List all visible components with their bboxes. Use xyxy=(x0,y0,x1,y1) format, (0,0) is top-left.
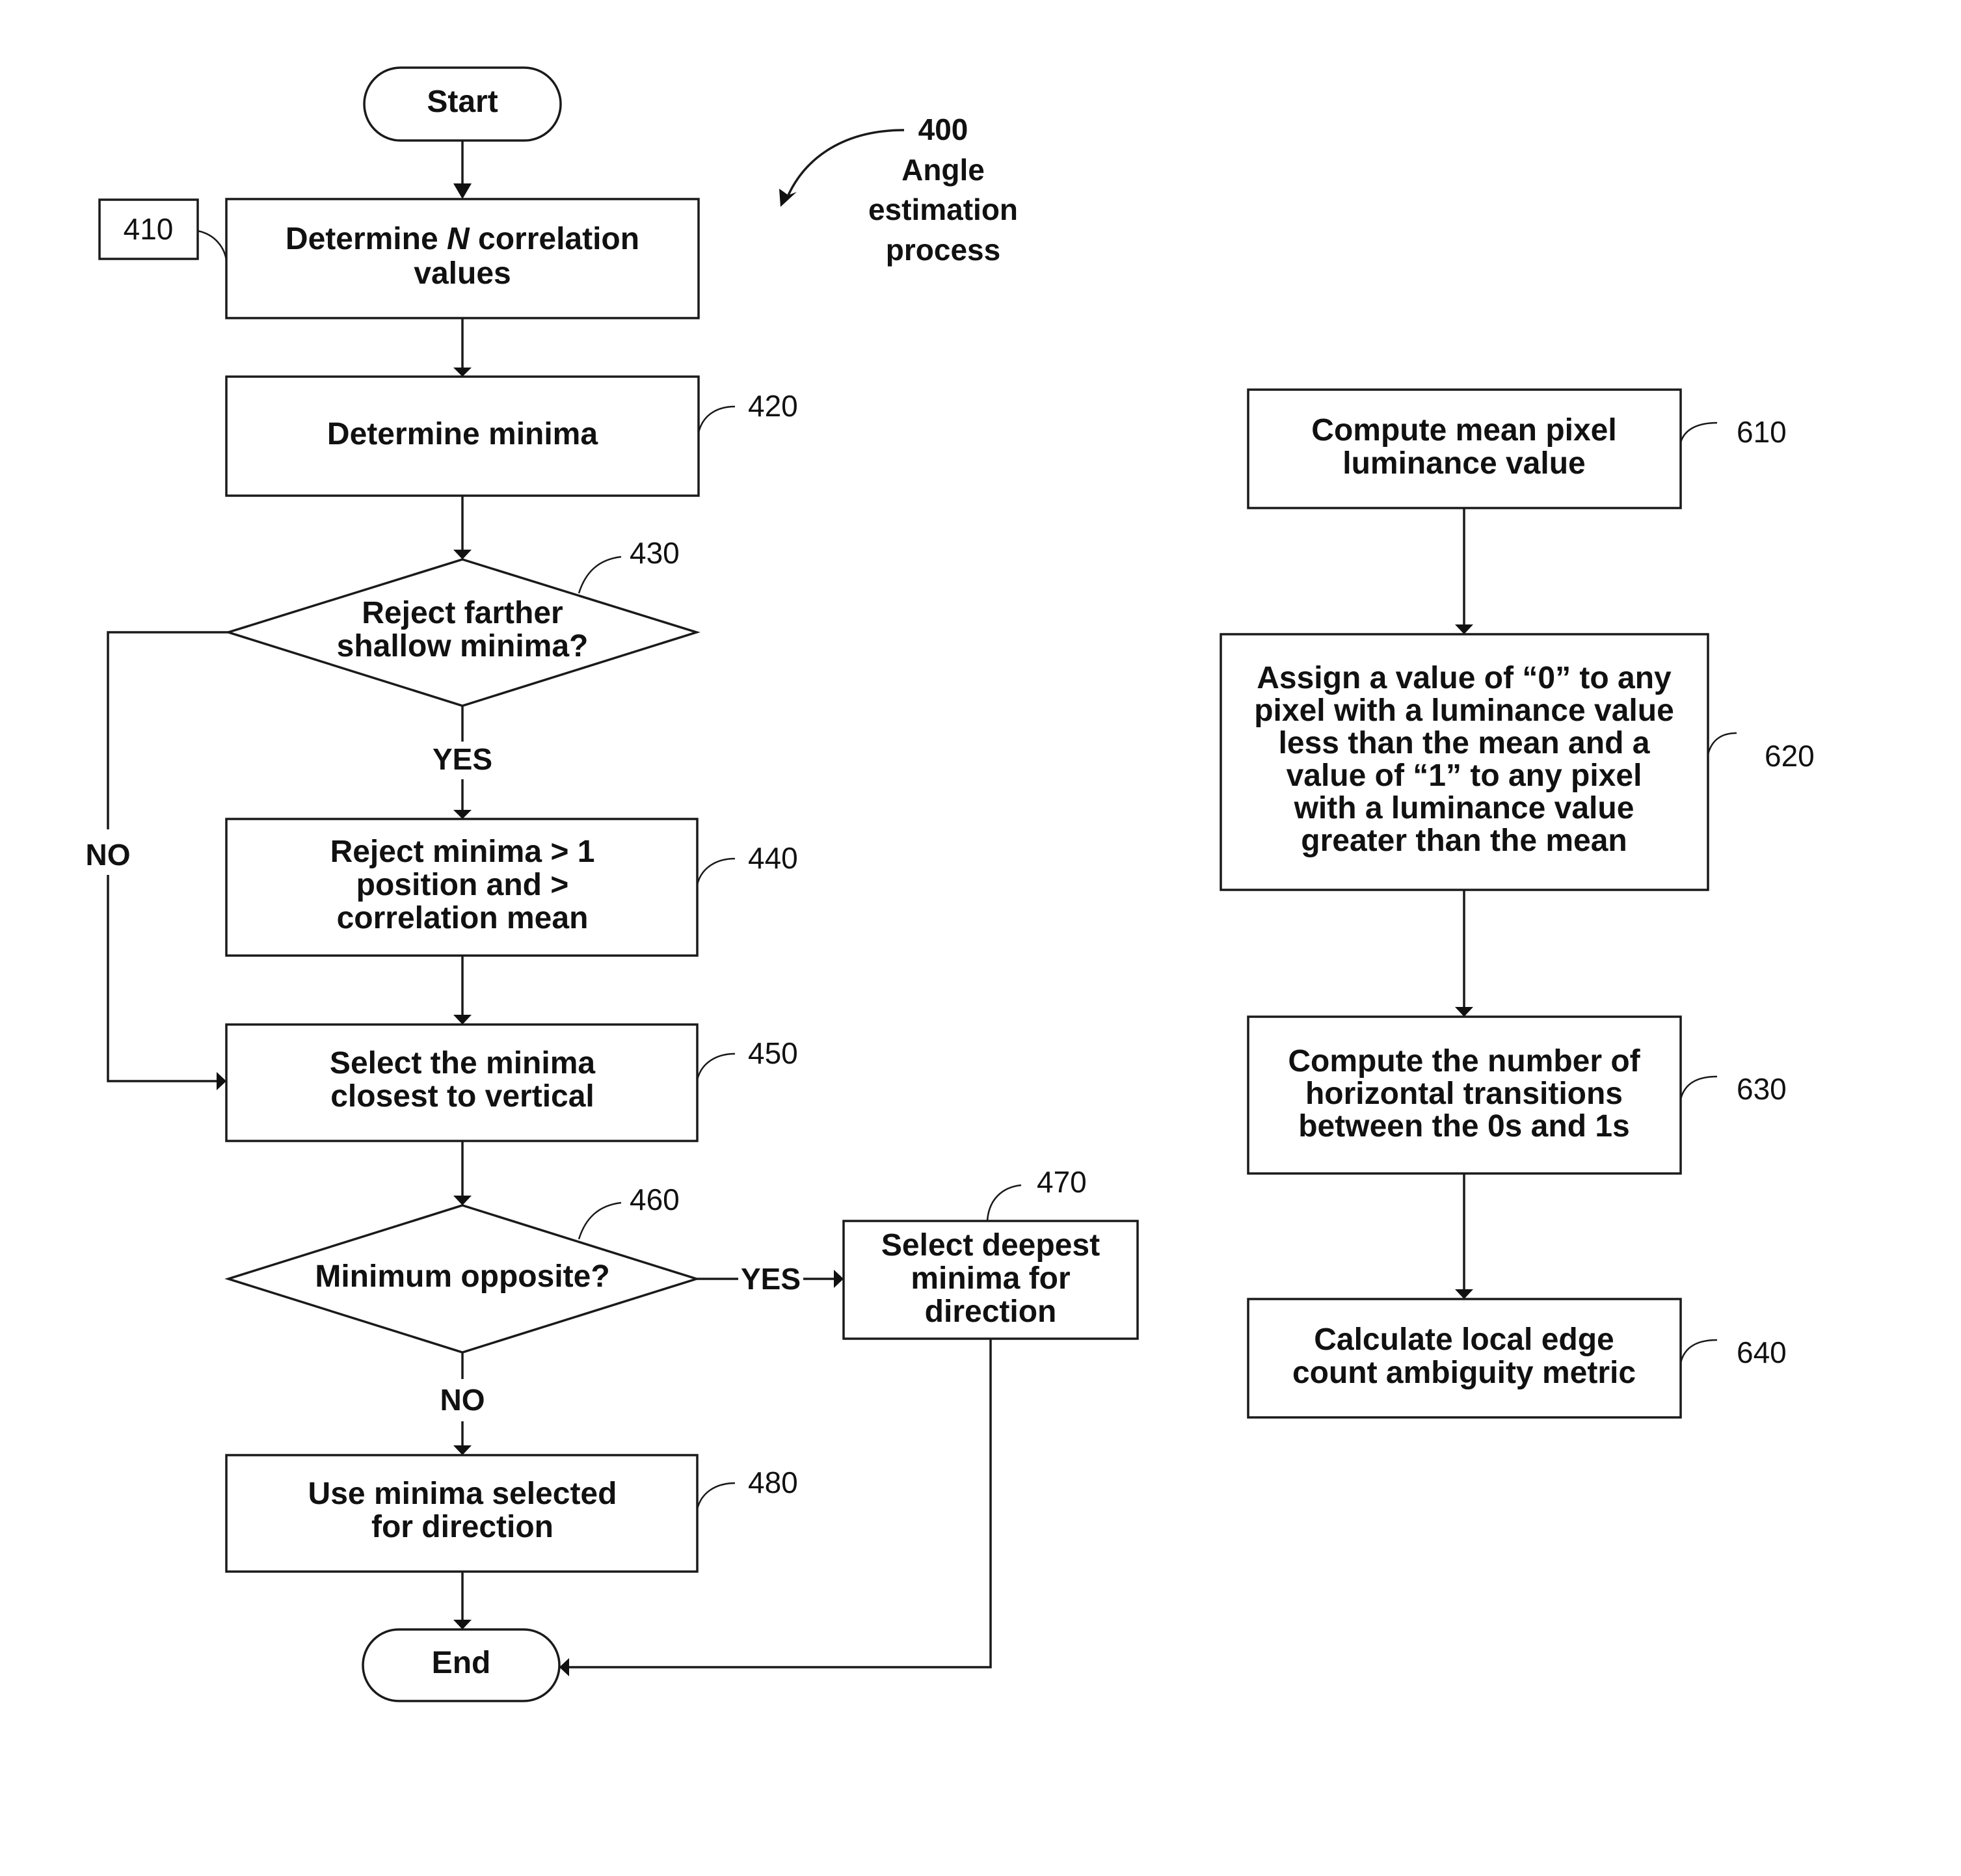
step-480-line-2: for direction xyxy=(371,1510,554,1544)
step-410-line-2: values xyxy=(414,256,511,291)
decision-430-line-1: Reject farther xyxy=(362,596,563,630)
title-line-3: process xyxy=(886,233,1000,267)
title-line-2: estimation xyxy=(868,193,1018,226)
step-630-line-2: horizontal transitions xyxy=(1305,1077,1623,1111)
step-450-select-closest[interactable]: Select the minima closest to vertical xyxy=(225,1023,699,1142)
step-440-line-3: correlation mean xyxy=(337,901,589,935)
ref-610: 610 xyxy=(1737,415,1787,449)
ref-450-leader xyxy=(696,1052,736,1080)
arrowhead xyxy=(1455,1007,1473,1017)
arrowhead xyxy=(453,183,472,199)
step-630-compute-transitions[interactable]: Compute the number of horizontal transit… xyxy=(1247,1015,1682,1175)
ref-450: 450 xyxy=(748,1036,798,1070)
label-no-430: NO xyxy=(86,838,131,872)
ref-430-leader xyxy=(578,556,622,594)
arrowhead xyxy=(453,810,472,819)
arrowhead xyxy=(453,550,472,559)
ref-440: 440 xyxy=(748,841,798,875)
step-420-determine-minima[interactable]: Determine minima xyxy=(225,375,700,497)
step-480-line-1: Use minima selected xyxy=(308,1477,617,1511)
arrowhead xyxy=(559,1658,569,1676)
arrowhead xyxy=(217,1072,226,1090)
step-410-determine-correlation[interactable]: Determine N correlation values xyxy=(225,198,700,319)
step-450-line-2: closest to vertical xyxy=(330,1079,594,1114)
step-470-line-3: direction xyxy=(925,1294,1057,1329)
ref-420: 420 xyxy=(748,389,798,423)
arrowhead xyxy=(453,1015,472,1025)
end-label: End xyxy=(432,1646,491,1680)
ref-410: 410 xyxy=(124,212,174,246)
connector-430-no-bottom xyxy=(107,875,217,1082)
end-terminal[interactable]: End xyxy=(362,1628,561,1702)
arrowhead xyxy=(453,368,472,377)
start-label: Start xyxy=(427,85,498,119)
ref-460-leader xyxy=(578,1201,622,1240)
ref-430: 430 xyxy=(630,536,680,570)
decision-460-line-1: Minimum opposite? xyxy=(315,1259,609,1294)
label-no-460: NO xyxy=(440,1383,485,1417)
ref-640: 640 xyxy=(1737,1335,1787,1369)
step-640-line-2: count ambiguity metric xyxy=(1292,1356,1636,1390)
arrowhead xyxy=(453,1196,472,1205)
ref-630-leader xyxy=(1679,1075,1718,1100)
step-480-use-minima[interactable]: Use minima selected for direction xyxy=(225,1454,699,1573)
arrowhead xyxy=(1455,624,1473,634)
step-630-line-3: between the 0s and 1s xyxy=(1298,1109,1630,1144)
step-440-line-1: Reject minima > 1 xyxy=(330,835,595,869)
step-620-line-2: pixel with a luminance value xyxy=(1254,693,1674,728)
arrowhead xyxy=(1455,1289,1473,1299)
arrowhead xyxy=(453,1620,472,1629)
ref-620: 620 xyxy=(1765,739,1815,773)
arrowhead xyxy=(834,1270,844,1288)
ref-420-leader xyxy=(697,405,736,433)
ref-410-leader xyxy=(197,230,228,261)
title-arrow xyxy=(787,129,905,196)
ref-470: 470 xyxy=(1037,1165,1087,1199)
step-620-line-5: with a luminance value xyxy=(1294,791,1634,825)
step-640-calculate-metric[interactable]: Calculate local edge count ambiguity met… xyxy=(1247,1298,1682,1419)
start-terminal[interactable]: Start xyxy=(363,66,562,142)
connector-430-no-top xyxy=(107,631,228,829)
ref-460: 460 xyxy=(630,1183,680,1216)
step-410-line-1: Determine N correlation xyxy=(286,222,639,256)
step-620-assign-binary[interactable]: Assign a value of “0” to any pixel with … xyxy=(1220,633,1709,891)
step-620-line-1: Assign a value of “0” to any xyxy=(1257,661,1672,695)
title-arrowhead xyxy=(779,189,797,207)
step-620-line-3: less than the mean and a xyxy=(1279,726,1650,760)
ref-470-leader xyxy=(986,1184,1022,1222)
ref-440-leader xyxy=(696,857,736,885)
ref-410-box: 410 xyxy=(98,198,228,261)
label-yes-430: YES xyxy=(433,742,492,776)
step-470-select-deepest[interactable]: Select deepest minima for direction xyxy=(842,1220,1139,1340)
label-yes-460: YES xyxy=(741,1262,801,1296)
step-620-line-6: greater than the mean xyxy=(1301,824,1627,858)
arrowhead xyxy=(453,1445,472,1455)
decision-430-reject-shallow[interactable]: Reject farther shallow minima? xyxy=(224,558,700,707)
ref-640-leader xyxy=(1679,1339,1718,1363)
step-610-line-2: luminance value xyxy=(1342,446,1585,481)
step-470-line-2: minima for xyxy=(911,1261,1070,1296)
step-610-compute-mean[interactable]: Compute mean pixel luminance value xyxy=(1247,388,1682,509)
decision-460-minimum-opposite[interactable]: Minimum opposite? xyxy=(224,1204,700,1354)
step-640-line-1: Calculate local edge xyxy=(1314,1322,1614,1357)
step-440-line-2: position and > xyxy=(356,868,569,902)
step-420-line-1: Determine minima xyxy=(327,417,598,451)
flowchart-canvas: 400 Angle estimation process Start Deter… xyxy=(86,66,1815,1702)
decision-430-line-2: shallow minima? xyxy=(337,629,589,663)
step-620-line-4: value of “1” to any pixel xyxy=(1287,758,1642,793)
step-440-reject-minima[interactable]: Reject minima > 1 position and > correla… xyxy=(225,818,699,957)
ref-630: 630 xyxy=(1737,1072,1787,1106)
process-title: 400 Angle estimation process xyxy=(779,113,1018,267)
title-line-1: Angle xyxy=(901,153,985,187)
ref-620-leader xyxy=(1707,732,1737,755)
step-610-line-1: Compute mean pixel xyxy=(1311,413,1616,448)
step-630-line-1: Compute the number of xyxy=(1288,1044,1640,1079)
ref-480-leader xyxy=(696,1482,736,1510)
ref-480: 480 xyxy=(748,1466,798,1499)
title-ref: 400 xyxy=(918,113,968,146)
step-470-line-1: Select deepest xyxy=(881,1228,1100,1263)
ref-610-leader xyxy=(1679,422,1718,443)
step-450-line-1: Select the minima xyxy=(330,1046,595,1080)
